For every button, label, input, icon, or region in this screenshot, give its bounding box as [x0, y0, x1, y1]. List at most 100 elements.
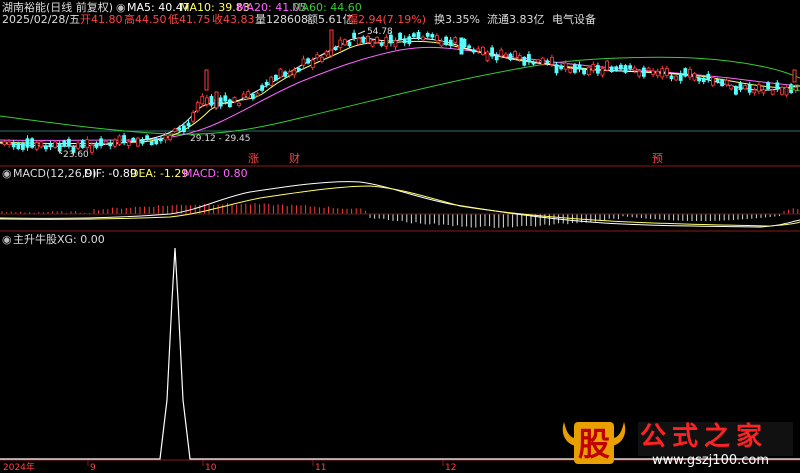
candle-body	[573, 64, 577, 73]
candle-body	[191, 112, 196, 122]
ma10-line	[0, 40, 791, 144]
candle-body	[200, 95, 205, 105]
candle-body	[476, 48, 481, 52]
candle-body	[113, 139, 117, 147]
candle-body	[485, 51, 490, 61]
candle-body	[195, 102, 200, 112]
macd-dea-value: DEA: -1.29	[130, 167, 189, 180]
candle-body	[568, 68, 573, 73]
candle-body	[34, 142, 39, 150]
candle-body	[154, 138, 159, 145]
macd-menu-icon[interactable]: ◉	[2, 168, 12, 180]
candle-body	[356, 37, 361, 45]
candle-body	[531, 61, 536, 65]
price-chart[interactable]	[0, 0, 800, 473]
candle-body	[48, 143, 53, 148]
ma60-line	[0, 56, 800, 135]
candle-body	[99, 138, 103, 147]
candle-body	[720, 79, 724, 87]
event-marker-cai[interactable]: 财	[289, 153, 300, 165]
candle-body	[761, 89, 766, 94]
candle-body	[792, 69, 797, 83]
candle-body	[550, 56, 554, 65]
candlesticks	[2, 29, 798, 155]
candle-body	[508, 53, 513, 61]
candle-body	[131, 137, 136, 142]
candle-body	[384, 37, 389, 47]
candle-body	[688, 68, 692, 78]
candle-body	[333, 46, 338, 51]
candle-body	[149, 141, 154, 146]
candle-body	[416, 31, 421, 39]
candle-body	[57, 143, 62, 152]
axis-label-12: 12	[445, 463, 457, 473]
candle-body	[701, 77, 706, 83]
candle-body	[135, 137, 140, 147]
candle-body	[94, 142, 99, 148]
candle-body	[444, 36, 449, 45]
candle-body	[90, 144, 94, 153]
indicator-title: 主升牛股	[13, 233, 57, 246]
macd-dea-line	[0, 185, 800, 227]
candle-body	[540, 57, 545, 65]
candle-body	[177, 127, 182, 131]
indicator-menu-icon[interactable]: ◉	[2, 234, 12, 246]
candle-body	[278, 68, 283, 78]
candle-body	[292, 69, 297, 76]
candle-body	[439, 40, 444, 47]
candle-body	[80, 140, 85, 149]
candle-body	[126, 141, 131, 146]
macd-macd-value: MACD: 0.80	[183, 167, 248, 180]
candle-body	[623, 65, 628, 73]
candle-body	[329, 29, 334, 51]
candle-body	[218, 97, 223, 107]
candle-body	[453, 37, 458, 43]
candle-body	[499, 49, 504, 57]
candle-body	[628, 65, 632, 69]
candle-body	[260, 85, 265, 91]
candle-body	[609, 66, 614, 72]
candle-body	[232, 97, 237, 103]
candle-body	[503, 53, 508, 58]
right-edge-price: 41	[789, 84, 800, 94]
candle-body	[674, 75, 678, 81]
candle-body	[108, 142, 113, 147]
candle-body	[545, 60, 550, 64]
candle-body	[338, 39, 343, 48]
candle-body	[563, 62, 568, 70]
candle-body	[301, 58, 306, 66]
candle-body	[209, 96, 214, 106]
candle-body	[646, 67, 651, 71]
candle-body	[660, 68, 665, 78]
candle-body	[365, 35, 370, 43]
candle-body	[237, 102, 242, 106]
event-marker-zhang[interactable]: 涨	[248, 153, 259, 165]
candle-body	[421, 36, 426, 41]
candle-body	[747, 84, 752, 93]
candle-body	[591, 63, 596, 71]
candle-body	[775, 82, 780, 90]
candle-body	[600, 67, 605, 76]
high-price-label: 54.78	[367, 27, 393, 37]
candle-body	[407, 36, 412, 44]
candle-body	[490, 47, 495, 57]
candle-body	[25, 138, 30, 148]
candle-body	[780, 86, 784, 95]
event-marker-yu[interactable]: 预	[652, 153, 663, 165]
candle-body	[168, 135, 173, 140]
candle-body	[103, 140, 108, 144]
candle-body	[324, 51, 329, 56]
macd-dif-value: DIF: -0.89	[84, 167, 137, 180]
candle-body	[724, 79, 729, 86]
candle-body	[729, 85, 734, 90]
range-price-label: 29.12 - 29.45	[190, 134, 251, 144]
indicator-xg-value: XG: 0.00	[57, 233, 105, 246]
candle-body	[467, 45, 472, 49]
candle-body	[287, 71, 292, 76]
axis-label-10: 10	[205, 463, 217, 473]
candle-body	[596, 65, 600, 74]
candle-body	[757, 84, 761, 92]
candle-body	[766, 82, 770, 90]
candle-body	[329, 49, 334, 57]
candle-body	[434, 35, 439, 42]
